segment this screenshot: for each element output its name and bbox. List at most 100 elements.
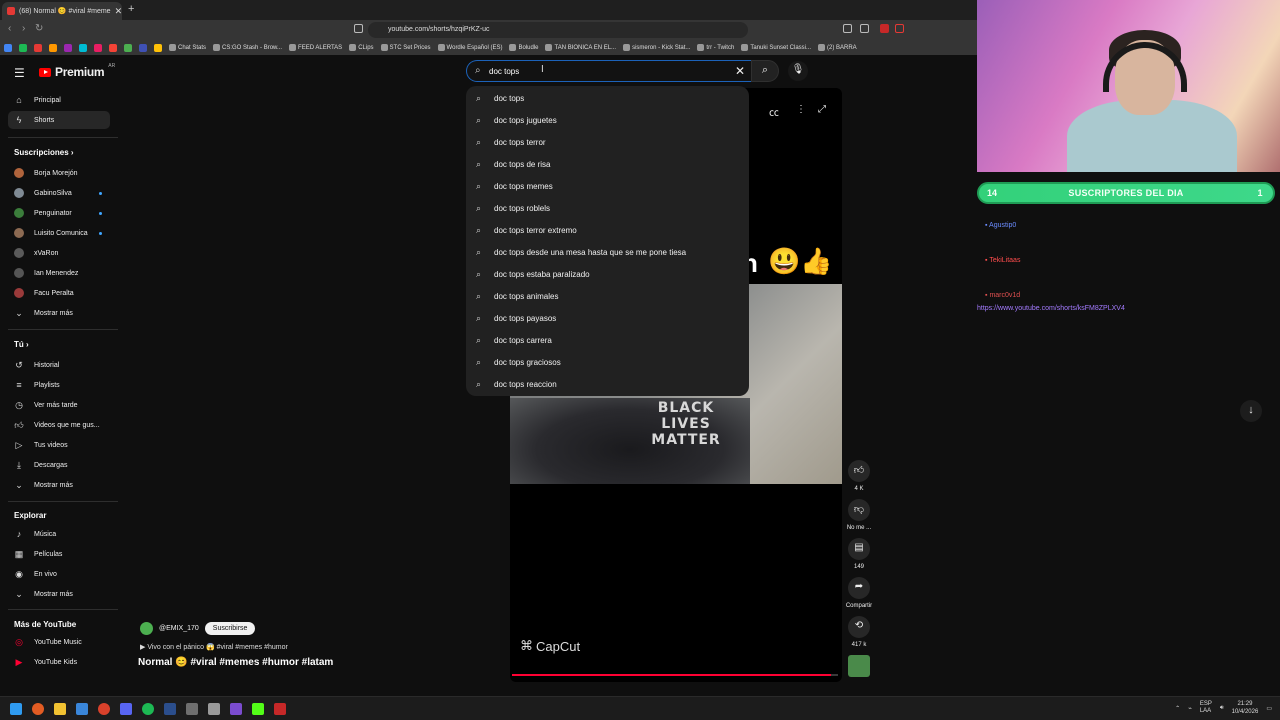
sidebar-item[interactable]: ≡ Playlists (8, 376, 110, 394)
suggestion-item[interactable]: ⌕ doc tops terror extremo (476, 223, 577, 237)
fullscreen-icon[interactable]: ⤢ (818, 104, 826, 115)
network-icon[interactable]: ⌁ (1188, 705, 1192, 712)
remix-button[interactable]: ⟲ 417 k (848, 616, 870, 648)
sidebar-item[interactable]: ⌄ Mostrar más (8, 585, 110, 603)
bookmark-item[interactable]: FEED ALERTAS (289, 44, 342, 51)
volume-icon[interactable]: 🔊︎ (1220, 705, 1224, 712)
bookmark-item[interactable]: (2) BARRA (818, 44, 857, 51)
suggestion-item[interactable]: ⌕ doc tops (476, 91, 524, 105)
bookmark-favicon-icon[interactable] (64, 43, 72, 52)
chrome-icon[interactable] (98, 703, 110, 715)
sidebar-item[interactable]: ♪ Música (8, 525, 110, 543)
sidebar-item[interactable]: ◉ En vivo (8, 565, 110, 583)
cast-icon[interactable] (843, 24, 852, 33)
youtube-logo[interactable]: Premium AR (39, 63, 115, 79)
bookmark-favicon-icon[interactable] (154, 43, 162, 52)
comments-button[interactable]: ▤ 149 (848, 538, 870, 570)
clear-search-icon[interactable]: ✕ (735, 64, 745, 78)
section-heading[interactable]: Más de YouTube (14, 620, 76, 629)
suggestion-item[interactable]: ⌕ doc tops reaccion (476, 377, 557, 391)
bookmark-favicon-icon[interactable] (49, 43, 57, 52)
avatar[interactable] (140, 622, 153, 635)
file-explorer-icon[interactable] (54, 703, 66, 715)
close-tab-icon[interactable]: ✕ (115, 6, 122, 17)
kick-icon[interactable] (252, 703, 264, 715)
share-button[interactable]: ➦ Compartir (846, 577, 872, 609)
bookmark-favicon-icon[interactable] (34, 43, 42, 52)
sidebar-item[interactable]: ▦ Películas (8, 545, 110, 563)
next-short-button[interactable]: ↓ (1240, 400, 1262, 422)
notifications-icon[interactable]: ▭ (1266, 705, 1272, 712)
browser-tab[interactable]: (68) Normal 😊 #viral #meme ✕ (2, 2, 122, 20)
sidebar-item[interactable]: ⤓ Descargas (8, 456, 110, 474)
bookmark-item[interactable]: Tanuki Sunset Classi... (741, 44, 811, 51)
more-options-icon[interactable]: ⋮ (796, 104, 806, 115)
bookmark-favicon-icon[interactable] (124, 43, 132, 52)
bookmark-item[interactable]: STC Set Prices (380, 44, 431, 51)
windows-start-icon[interactable] (10, 703, 22, 715)
subscribe-button[interactable]: Suscribirse (204, 622, 256, 635)
sidebar-item[interactable]: Ian Menendez (8, 264, 110, 282)
video-progress-bar[interactable] (512, 674, 838, 676)
search-input[interactable]: ⌕ doc tops I ✕ (466, 60, 751, 82)
sidebar-item[interactable]: Luisito Comunica (8, 224, 110, 242)
sidebar-item[interactable]: ▶ YouTube Kids (8, 653, 110, 671)
bookmark-favicon-icon[interactable] (79, 43, 87, 52)
sidebar-item[interactable]: ⌄ Mostrar más (8, 476, 110, 494)
song-link[interactable]: ▶ Vivo con el pánico 😱 #viral #memes #hu… (140, 643, 288, 651)
bookmark-favicon-icon[interactable] (4, 43, 12, 52)
discord-icon[interactable] (120, 703, 132, 715)
bookmark-item[interactable]: TAN BIONICA EN EL... (545, 44, 616, 51)
video-title[interactable]: Normal 😊 #viral #memes #humor #latam (138, 657, 333, 668)
channel-handle[interactable]: @EMIX_170 (159, 625, 199, 632)
new-tab-icon[interactable]: + (128, 3, 134, 15)
bookmark-item[interactable]: Chat Stats (169, 44, 206, 51)
app-icon[interactable] (274, 703, 286, 715)
sidebar-item[interactable]: ▷ Tus videos (8, 436, 110, 454)
suggestion-item[interactable]: ⌕ doc tops animales (476, 289, 558, 303)
app-icon[interactable] (186, 703, 198, 715)
twitch-icon[interactable] (230, 703, 242, 715)
suggestion-item[interactable]: ⌕ doc tops estaba paralizado (476, 267, 590, 281)
sidebar-item[interactable]: ϟ Shorts (8, 111, 110, 129)
like-button[interactable]: 👍︎ 4 K (848, 460, 870, 492)
suggestion-item[interactable]: ⌕ doc tops terror (476, 135, 546, 149)
captions-icon[interactable]: ㏄ (769, 104, 779, 119)
sidebar-item[interactable]: GabinoSilva (8, 184, 110, 202)
sidebar-item[interactable]: ◎ YouTube Music (8, 633, 110, 651)
suggestion-item[interactable]: ⌕ doc tops payasos (476, 311, 556, 325)
brave-icon[interactable] (32, 703, 44, 715)
sidebar-item[interactable]: 👍︎ Videos que me gus... (8, 416, 110, 434)
clock[interactable]: 21:29 10/4/2026 (1232, 700, 1259, 716)
chat-link[interactable]: https://www.youtube.com/shorts/ksFM8ZPLX… (977, 305, 1125, 312)
bookmark-item[interactable]: trr - Twitch (697, 44, 734, 51)
app-icon[interactable] (76, 703, 88, 715)
bookmark-favicon-icon[interactable] (139, 43, 147, 52)
reload-icon[interactable]: ↻ (35, 23, 43, 34)
bookmark-item[interactable]: CLips (349, 44, 374, 51)
suggestion-item[interactable]: ⌕ doc tops graciosos (476, 355, 561, 369)
section-heading[interactable]: Suscripciones › (14, 148, 74, 157)
suggestion-item[interactable]: ⌕ doc tops de risa (476, 157, 550, 171)
suggestion-item[interactable]: ⌕ doc tops memes (476, 179, 553, 193)
app-icon[interactable] (208, 703, 220, 715)
search-button[interactable]: ⌕ (751, 60, 779, 82)
spotify-icon[interactable] (142, 703, 154, 715)
section-heading[interactable]: Tú › (14, 340, 29, 349)
voice-search-button[interactable]: 🎙︎ (788, 61, 808, 81)
sidebar-item[interactable]: Facu Peralta (8, 284, 110, 302)
sidebar-item[interactable]: ⌂ Principal (8, 91, 110, 109)
app-icon[interactable] (164, 703, 176, 715)
sidebar-item[interactable]: Borja Morejón (8, 164, 110, 182)
extension-alert-icon[interactable] (895, 24, 904, 33)
address-bar[interactable]: youtube.com/shorts/hzqiPrKZ-uc (368, 22, 748, 38)
share-page-icon[interactable] (860, 24, 869, 33)
sidebar-item[interactable]: ◷ Ver más tarde (8, 396, 110, 414)
sidebar-item[interactable]: ⌄ Mostrar más (8, 304, 110, 322)
sidebar-item[interactable]: ↺ Historial (8, 356, 110, 374)
section-heading[interactable]: Explorar (14, 511, 46, 520)
suggestion-item[interactable]: ⌕ doc tops roblels (476, 201, 550, 215)
forward-icon[interactable]: › (22, 23, 25, 34)
suggestion-item[interactable]: ⌕ doc tops carrera (476, 333, 552, 347)
dislike-button[interactable]: 👎︎ No me ... (847, 499, 871, 531)
